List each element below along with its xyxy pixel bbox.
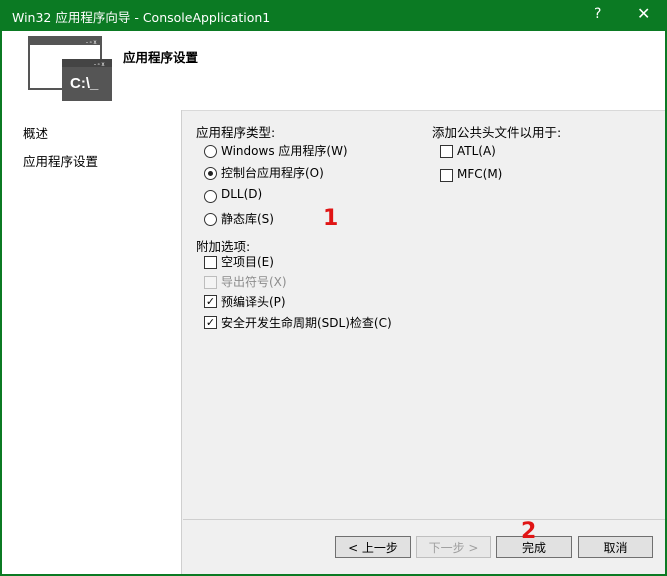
checkbox-empty-project-label[interactable]: 空项目(E) <box>221 253 274 270</box>
checkbox-precompiled-header-label[interactable]: 预编译头(P) <box>221 293 286 310</box>
svg-text:C:\_: C:\_ <box>70 75 99 92</box>
sidebar: 概述 应用程序设置 <box>2 110 182 574</box>
checkbox-sdl-checks[interactable]: ✓ <box>204 316 217 329</box>
radio-dll[interactable] <box>204 190 217 203</box>
console-app-icon: C:\_ - ▫ x - ▫ x <box>28 36 112 101</box>
checkbox-empty-project[interactable] <box>204 256 217 269</box>
common-headers-label: 添加公共头文件以用于: <box>432 125 562 140</box>
radio-windows-app[interactable] <box>204 145 217 158</box>
wizard-header: C:\_ - ▫ x - ▫ x 应用程序设置 <box>2 31 665 110</box>
next-button: 下一步 > <box>416 536 491 558</box>
title-bar: Win32 应用程序向导 - ConsoleApplication1 ? ✕ <box>0 0 667 31</box>
window-title: Win32 应用程序向导 - ConsoleApplication1 <box>12 10 271 25</box>
close-button[interactable]: ✕ <box>637 4 650 23</box>
checkbox-precompiled-header[interactable]: ✓ <box>204 295 217 308</box>
checkbox-mfc[interactable] <box>440 169 453 182</box>
app-type-label: 应用程序类型: <box>196 125 276 140</box>
sidebar-item-overview[interactable]: 概述 <box>23 123 48 142</box>
svg-text:- ▫ x: - ▫ x <box>94 62 104 68</box>
checkbox-export-symbols <box>204 276 217 289</box>
annotation-2: 2 <box>521 519 537 544</box>
help-button[interactable]: ? <box>594 6 601 22</box>
radio-console-app[interactable] <box>204 167 217 180</box>
checkbox-atl[interactable] <box>440 145 453 158</box>
cancel-button[interactable]: 取消 <box>578 536 653 558</box>
radio-static-lib[interactable] <box>204 213 217 226</box>
svg-text:- ▫ x: - ▫ x <box>86 40 96 46</box>
page-heading: 应用程序设置 <box>123 50 199 65</box>
radio-dll-label[interactable]: DLL(D) <box>221 187 262 201</box>
prev-button[interactable]: < 上一步 <box>335 536 411 558</box>
checkbox-export-symbols-label: 导出符号(X) <box>221 275 287 289</box>
radio-static-lib-label[interactable]: 静态库(S) <box>221 210 274 227</box>
button-divider <box>183 519 665 520</box>
sidebar-item-app-settings[interactable]: 应用程序设置 <box>23 151 98 170</box>
checkbox-mfc-label[interactable]: MFC(M) <box>457 167 502 181</box>
radio-console-app-label[interactable]: 控制台应用程序(O) <box>221 164 324 181</box>
annotation-1: 1 <box>323 206 339 231</box>
checkbox-atl-label[interactable]: ATL(A) <box>457 144 496 158</box>
checkbox-sdl-checks-label[interactable]: 安全开发生命周期(SDL)检查(C) <box>221 314 392 331</box>
radio-windows-app-label[interactable]: Windows 应用程序(W) <box>221 142 348 159</box>
